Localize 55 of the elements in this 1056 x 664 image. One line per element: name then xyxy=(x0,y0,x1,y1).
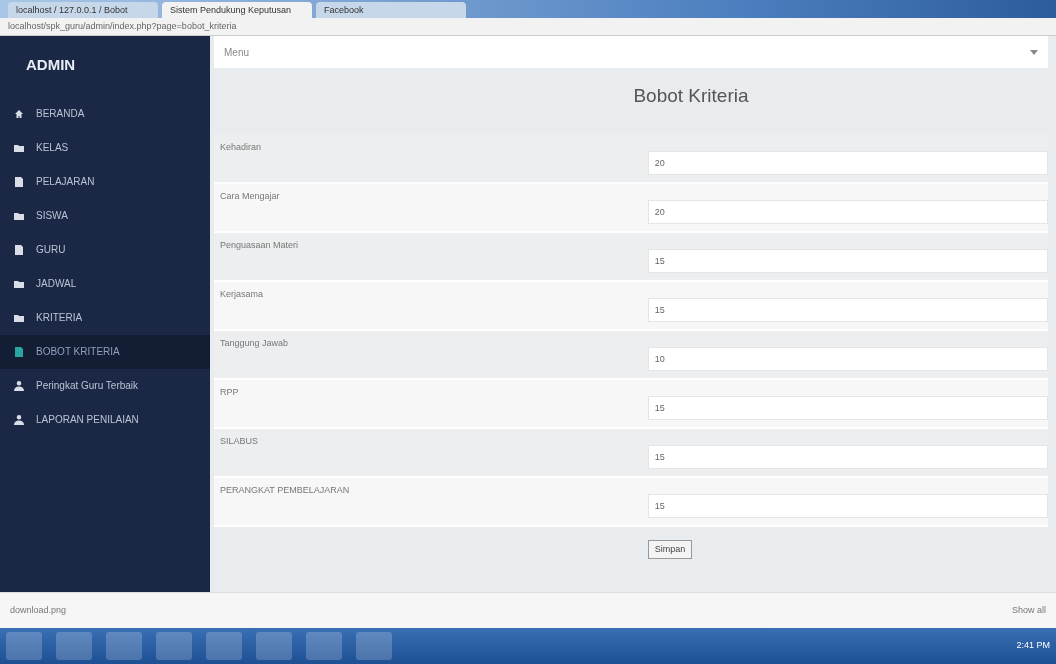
home-icon xyxy=(14,108,24,119)
sidebar-item[interactable]: LAPORAN PENILAIAN xyxy=(0,402,210,437)
sidebar-item[interactable]: KELAS xyxy=(0,130,210,165)
input-field[interactable]: 15 xyxy=(647,395,1048,420)
file-icon xyxy=(14,176,24,187)
taskbar-icon[interactable] xyxy=(356,632,392,660)
taskbar-icon[interactable] xyxy=(306,632,342,660)
field-label: Tanggung Jawab xyxy=(219,336,290,350)
folder-icon xyxy=(14,312,24,323)
field-label: Kehadiran xyxy=(219,140,263,154)
download-item[interactable]: download.png xyxy=(10,603,67,618)
file-icon xyxy=(14,244,24,255)
field-label: SILABUS xyxy=(219,434,260,448)
input-field[interactable]: 15 xyxy=(647,444,1048,469)
sidebar-item[interactable]: JADWAL xyxy=(0,266,210,301)
input-field[interactable]: 10 xyxy=(647,346,1048,371)
taskbar-icon[interactable] xyxy=(256,632,292,660)
menu-label[interactable]: Menu xyxy=(224,44,249,60)
field-label: PERANGKAT PEMBELAJARAN xyxy=(219,483,351,497)
sidebar-item[interactable]: Peringkat Guru Terbaik xyxy=(0,368,210,403)
sidebar-item[interactable]: BERANDA xyxy=(0,96,210,131)
taskbar-icon[interactable] xyxy=(206,632,242,660)
field-label: Penguasaan Materi xyxy=(219,238,300,252)
page-title: Bobot Kriteria xyxy=(632,84,750,108)
taskbar-icon[interactable] xyxy=(56,632,92,660)
sidebar-item[interactable]: KRITERIA xyxy=(0,300,210,335)
show-all-link[interactable]: Show all xyxy=(1011,603,1046,618)
input-field[interactable]: 20 xyxy=(647,150,1048,175)
input-field[interactable]: 15 xyxy=(647,297,1048,322)
input-field[interactable]: 15 xyxy=(647,248,1048,273)
taskbar-icon[interactable] xyxy=(156,632,192,660)
folder-icon xyxy=(14,210,24,221)
sidebar-item[interactable]: SISWA xyxy=(0,198,210,233)
sidebar-item[interactable]: PELAJARAN xyxy=(0,164,210,199)
clock: 2:41 PM xyxy=(1016,639,1050,653)
sidebar-item[interactable]: BOBOT KRITERIA xyxy=(0,334,210,369)
browser-tab[interactable]: Facebook xyxy=(316,2,466,18)
taskbar-icon[interactable] xyxy=(6,632,42,660)
caret-icon[interactable] xyxy=(1030,49,1038,55)
browser-tab[interactable]: localhost / 127.0.0.1 / Bobot xyxy=(8,2,158,18)
folder-icon xyxy=(14,142,24,153)
browser-tab[interactable]: Sistem Pendukung Keputusan xyxy=(162,2,312,18)
taskbar-icon[interactable] xyxy=(106,632,142,660)
sidebar-item[interactable]: GURU xyxy=(0,232,210,267)
file-icon xyxy=(14,346,24,357)
field-label: RPP xyxy=(219,385,240,399)
sidebar-title: ADMIN xyxy=(25,55,77,75)
input-field[interactable]: 15 xyxy=(647,493,1048,518)
user-icon xyxy=(14,414,24,425)
user-icon xyxy=(14,380,24,391)
save-button[interactable]: Simpan xyxy=(647,539,693,559)
field-label: Cara Mengajar xyxy=(219,189,281,203)
field-label: Kerjasama xyxy=(219,287,265,301)
input-field[interactable]: 20 xyxy=(647,199,1048,224)
folder-icon xyxy=(14,278,24,289)
